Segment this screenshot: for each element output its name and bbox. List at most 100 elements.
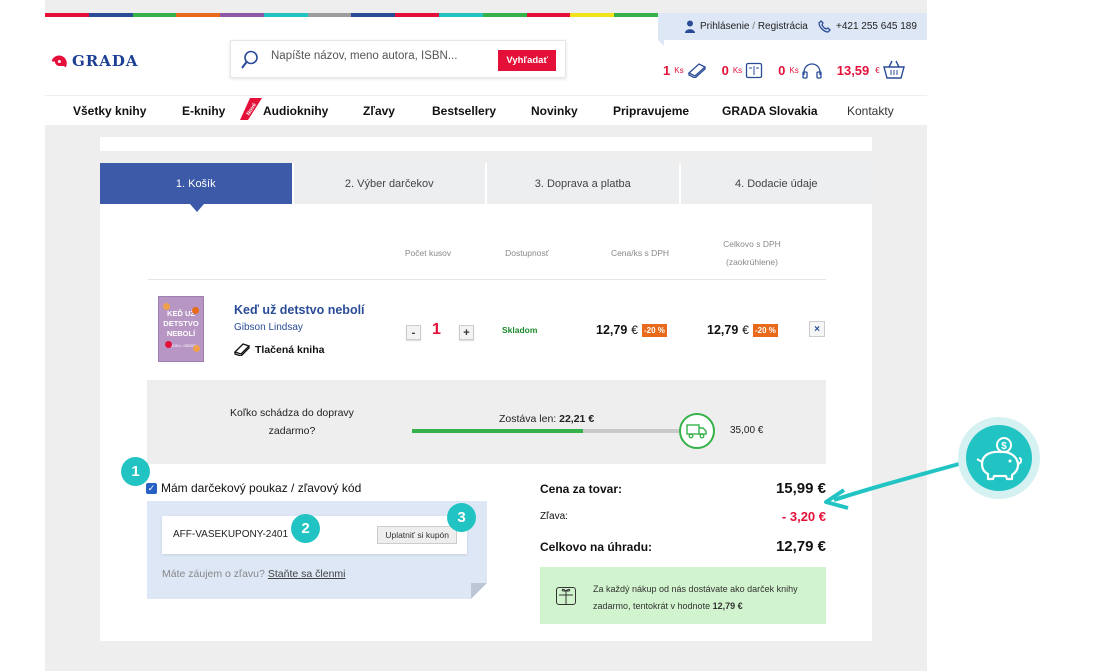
step-delivery-details[interactable]: 4. Dodacie údaje [680, 163, 872, 204]
gift-icon [556, 587, 576, 605]
nav-bestsellers[interactable]: Bestsellery [432, 104, 496, 118]
cart-total-value: 13,59 [836, 62, 870, 78]
unit-price: 12,79 € -20 % [596, 323, 667, 337]
nav-discounts[interactable]: Zľavy [363, 104, 395, 118]
unit-price-value: 12,79 [596, 323, 628, 337]
nav-ebooks[interactable]: E-knihy [182, 104, 225, 118]
nav-new[interactable]: Novinky [531, 104, 578, 118]
color-stripe [45, 13, 658, 17]
coupon-code-value[interactable]: AFF-VASEKUPONY-2401 [173, 529, 288, 540]
book-cover[interactable]: KEĎ UŽ DETSTVO NEBOLÍ GIBSON L. GIBSON [158, 296, 204, 362]
gift-value: 12,79 € [712, 601, 743, 611]
header-unit-price: Cena/ks s DPH [610, 248, 670, 258]
stripe-segment [614, 13, 658, 17]
annotation-3: 3 [447, 503, 476, 532]
nav-all-books[interactable]: Všetky knihy [73, 104, 146, 118]
cart-total-currency: € [875, 65, 880, 75]
stripe-segment [45, 13, 89, 17]
apply-coupon-button[interactable]: Uplatniť si kupón [377, 526, 457, 544]
header-availability: Dostupnosť [505, 248, 549, 258]
unit-discount-badge: -20 % [641, 323, 667, 337]
shipping-progress-fill [412, 429, 584, 433]
stripe-segment [395, 13, 440, 17]
step-shipping-payment[interactable]: 3. Doprava a platba [487, 163, 679, 204]
goods-price-value: 15,99 € [775, 480, 826, 497]
header-total-note: (zaokrúhlene) [726, 257, 778, 267]
truck-icon [679, 413, 715, 449]
cover-line-2: DETSTVO [163, 319, 199, 328]
stripe-segment [263, 13, 308, 17]
search-button[interactable]: Vyhľadať [498, 50, 556, 71]
total-price-currency: € [742, 323, 749, 337]
gift-line-1: Za každý nákup od nás dostávate ako darč… [593, 584, 798, 594]
counter-books[interactable]: 1 Ks [663, 62, 707, 78]
total-price-value: 12,79 [707, 323, 739, 337]
total-due-label: Celkovo na úhradu: [540, 540, 653, 554]
page-fold-corner [471, 583, 487, 599]
basket-icon [882, 60, 905, 79]
stripe-segment [351, 13, 396, 17]
main-nav: Všetky knihy E-knihy Audioknihy Zľavy Be… [45, 95, 927, 125]
checkout-steps: 1. Košík 2. Výber darčekov 3. Doprava a … [100, 163, 872, 212]
stripe-segment [482, 13, 527, 17]
search-bar: Vyhľadať [230, 40, 566, 78]
counter-ebooks[interactable]: 0 Ks [722, 62, 764, 79]
counter-audio-unit: Ks [789, 65, 799, 75]
remaining-label: Zostáva len: [499, 413, 560, 425]
counter-ebooks-unit: Ks [732, 65, 743, 75]
gift-line-2: zadarmo, tentokrát v hodnote [593, 601, 713, 611]
grada-logo[interactable]: GRADA [51, 52, 139, 70]
book-title[interactable]: Keď už detstvo nebolí [234, 303, 365, 317]
cover-line-3: NEBOLÍ [166, 329, 196, 338]
free-shipping-threshold: 35,00 € [730, 425, 764, 436]
coupon-checkbox-label[interactable]: Mám darčekový poukaz / zľavový kód [161, 481, 361, 495]
phone-contact[interactable]: +421 255 645 189 [818, 20, 917, 33]
cart-total[interactable]: 13,59 € [837, 60, 905, 80]
qty-increase-button[interactable]: + [459, 325, 474, 340]
membership-link[interactable]: Staňte sa členmi [268, 568, 346, 580]
qty-decrease-button[interactable]: - [406, 325, 421, 340]
stripe-segment [439, 13, 483, 17]
step-cart[interactable]: 1. Košík [100, 163, 292, 212]
nav-contacts[interactable]: Kontakty [847, 104, 894, 118]
book-type: Tlačená kniha [234, 343, 324, 356]
stripe-segment [220, 13, 264, 17]
search-input[interactable] [271, 50, 491, 62]
annotation-2: 2 [291, 514, 320, 543]
book-author[interactable]: Gibson Lindsay [234, 322, 303, 333]
qty-value: 1 [432, 321, 441, 338]
stripe-segment [88, 13, 133, 17]
register-label[interactable]: Registrácia [758, 21, 808, 32]
content-top-strip [100, 137, 872, 151]
nav-grada-slovakia[interactable]: GRADA Slovakia [722, 104, 818, 118]
stripe-segment [570, 13, 615, 17]
headphones-icon [802, 62, 822, 79]
annotation-1: 1 [121, 457, 150, 486]
svg-text:$: $ [1001, 441, 1007, 452]
counter-books-value: 1 [663, 62, 671, 78]
user-icon [685, 20, 695, 33]
shipping-progress-bar [412, 429, 682, 433]
nav-upcoming[interactable]: Pripravujeme [613, 104, 689, 118]
remove-item-button[interactable]: × [809, 321, 825, 337]
login-link[interactable]: Prihlásenie / Registrácia [685, 20, 808, 33]
checkbox-checked-icon[interactable]: ✓ [146, 482, 157, 494]
coupon-box: AFF-VASEKUPONY-2401 Uplatniť si kupón Má… [147, 501, 487, 599]
coupon-checkbox[interactable]: ✓ Mám darčekový poukaz / zľavový kód [146, 481, 361, 495]
free-shipping-question: Koľko schádza do dopravy zadarmo? [230, 407, 354, 437]
search-icon[interactable] [241, 50, 259, 70]
availability-status: Skladom [502, 325, 538, 335]
book-icon [687, 63, 706, 78]
logo-text: GRADA [72, 52, 139, 70]
counter-audiobooks[interactable]: 0 Ks [778, 62, 822, 79]
nav-audiobooks[interactable]: Audioknihy [263, 104, 328, 118]
step-gifts[interactable]: 2. Výber darčekov [293, 163, 485, 204]
membership-question: Máte záujem o zľavu? [162, 568, 265, 580]
total-due-value: 12,79 € [775, 538, 826, 555]
login-label[interactable]: Prihlásenie [700, 21, 749, 32]
cart-panel: 1. Košík 2. Výber darčekov 3. Doprava a … [100, 163, 872, 641]
cover-line-1: KEĎ UŽ [167, 309, 195, 318]
login-separator: / [749, 21, 758, 32]
total-price: 12,79 € -20 % [707, 323, 778, 337]
stripe-segment [176, 13, 221, 17]
